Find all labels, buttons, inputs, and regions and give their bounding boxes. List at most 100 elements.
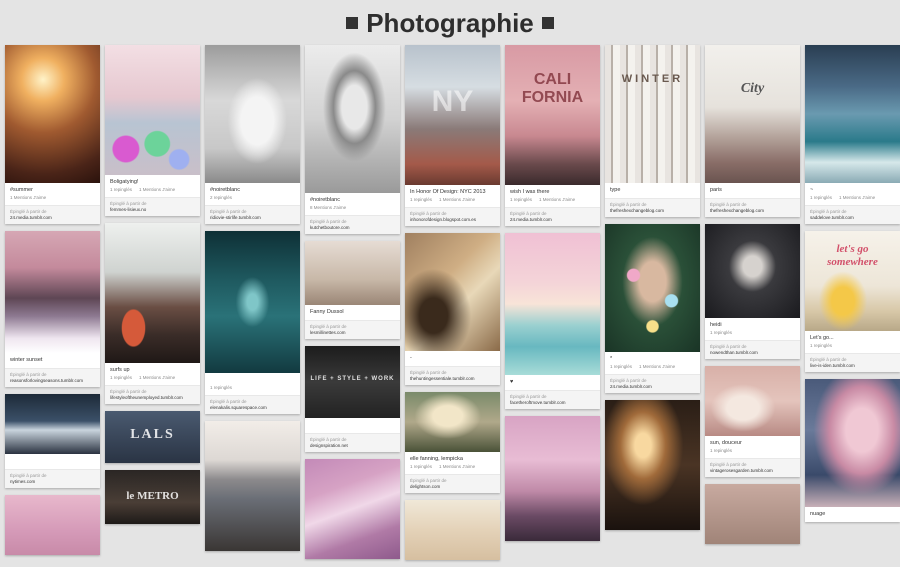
pin-image[interactable] xyxy=(705,224,800,318)
pin-likes[interactable]: 1 Mentions J'aime xyxy=(139,187,175,192)
pin-card[interactable] xyxy=(405,500,500,560)
pin-card[interactable]: #summer 1 Mentions J'aime Épinglé à part… xyxy=(5,45,100,224)
pin-image[interactable] xyxy=(505,233,600,375)
pin-source-link[interactable]: ridiovie-stirlife.tumblr.com xyxy=(210,215,295,221)
pin-card[interactable] xyxy=(5,495,100,555)
pin-image[interactable] xyxy=(5,231,100,353)
pin-card[interactable]: elle fanning, lempicka 1 repinglés 1 Ment… xyxy=(405,392,500,493)
pin-image[interactable] xyxy=(305,459,400,559)
pin-card[interactable]: #noiretblanc 8 Mentions J'aime Épinglé à… xyxy=(305,45,400,234)
pin-likes[interactable]: 1 Mentions J'aime xyxy=(139,375,175,380)
pin-image[interactable] xyxy=(705,45,800,183)
pin-image[interactable] xyxy=(205,231,300,373)
pin-card[interactable] xyxy=(605,400,700,530)
pin-repins[interactable]: 1 repinglés xyxy=(810,195,832,200)
pin-image[interactable] xyxy=(605,400,700,530)
pin-card[interactable]: le METRO xyxy=(105,470,200,524)
pin-likes[interactable]: 1 Mentions J'aime xyxy=(539,197,575,202)
pin-repins[interactable]: 1 repinglés xyxy=(410,464,432,469)
pin-image[interactable] xyxy=(205,421,300,551)
pin-source-link[interactable]: 24.media.tumblr.com xyxy=(610,384,695,390)
pin-card[interactable]: CALI FORNIA wish I was there 1 repinglés… xyxy=(505,45,600,226)
pin-source-link[interactable]: facetheroftmove.tumblr.com xyxy=(510,400,595,406)
pin-source-link[interactable]: thehuntingessentiale.tumblr.com xyxy=(410,376,495,382)
pin-image[interactable] xyxy=(305,241,400,305)
pin-card[interactable]: Fanny Dussol Épinglé à partir de lesmill… xyxy=(305,241,400,339)
pin-repins[interactable]: 2 repinglés xyxy=(210,195,232,200)
pin-likes[interactable]: 1 Mentions J'aime xyxy=(639,364,675,369)
pin-repins[interactable]: 1 repinglés xyxy=(710,330,732,335)
pin-image[interactable] xyxy=(405,500,500,560)
pin-card[interactable]: Boligatying! 1 repinglés 1 Mentions J'aim… xyxy=(105,45,200,216)
pin-repins[interactable]: 1 repinglés xyxy=(110,375,132,380)
pin-source-link[interactable]: vintagerosesgarden.tumblr.com xyxy=(710,468,795,474)
pin-image[interactable] xyxy=(605,224,700,352)
pin-source-link[interactable]: thefreshexchangeblog.com xyxy=(710,208,795,214)
pin-card[interactable]: ~ 1 repinglés 1 Mentions J'aime Épinglé à… xyxy=(805,45,900,224)
pin-source-link[interactable]: live-is-iden.tumblr.com xyxy=(810,363,895,369)
pin-source-link[interactable]: designspiration.net xyxy=(310,443,395,449)
pin-image[interactable] xyxy=(405,392,500,452)
pin-card[interactable] xyxy=(205,421,300,551)
pin-image[interactable] xyxy=(205,45,300,183)
pin-source-link[interactable]: femmes-lisieux.no xyxy=(110,207,195,213)
pin-card[interactable]: LALS xyxy=(105,411,200,463)
pin-image[interactable] xyxy=(305,45,400,193)
pin-card[interactable]: ♥ Épinglé à partir de facetheroftmove.tu… xyxy=(505,233,600,409)
pin-image[interactable] xyxy=(5,495,100,555)
pin-image[interactable] xyxy=(405,233,500,351)
pin-card[interactable]: * 1 repinglés 1 Mentions J'aime Épinglé à… xyxy=(605,224,700,393)
pin-repins[interactable]: 1 repinglés xyxy=(710,448,732,453)
pin-card[interactable] xyxy=(305,459,400,559)
pin-image[interactable] xyxy=(805,379,900,507)
pin-card[interactable]: 1 repinglés Épinglé à partir de elenakal… xyxy=(205,231,300,414)
pin-image[interactable] xyxy=(105,45,200,175)
pin-image[interactable] xyxy=(305,346,400,418)
pin-card[interactable]: heidi 1 repinglés Épinglé à partir de no… xyxy=(705,224,800,359)
pin-card[interactable]: nuage xyxy=(805,379,900,522)
pin-repins[interactable]: 1 repinglés xyxy=(110,187,132,192)
pin-card[interactable]: LIFE + STYLE + WORK Épinglé à partir de … xyxy=(305,346,400,452)
pin-card[interactable]: NY In Honor Of Design: NYC 2013 1 reping… xyxy=(405,45,500,226)
pin-repins[interactable]: 1 repinglés xyxy=(410,197,432,202)
pin-repins[interactable]: 1 repinglés xyxy=(210,385,232,390)
pin-likes[interactable]: 1 Mentions J'aime xyxy=(439,197,475,202)
pin-likes[interactable]: 1 Mentions J'aime xyxy=(10,195,46,200)
pin-source-link[interactable]: elenakalis.squarespace.com xyxy=(210,405,295,411)
pin-image[interactable] xyxy=(705,484,800,544)
pin-source-link[interactable]: delightson.com xyxy=(410,484,495,490)
pin-card[interactable] xyxy=(505,416,600,541)
pin-source-link[interactable]: nytimes.com xyxy=(10,479,95,485)
pin-likes[interactable]: 1 Mentions J'aime xyxy=(439,464,475,469)
pin-source-link[interactable]: nowendthan.tumblr.com xyxy=(710,350,795,356)
pin-image[interactable] xyxy=(805,45,900,183)
pin-image[interactable] xyxy=(105,223,200,363)
pin-source-link[interactable]: kutchetboutore.com xyxy=(310,225,395,231)
pin-source-link[interactable]: lesmillinettes.com xyxy=(310,330,395,336)
pin-card[interactable]: Épinglé à partir de nytimes.com xyxy=(5,394,100,488)
pin-image[interactable] xyxy=(705,366,800,436)
pin-image[interactable] xyxy=(505,416,600,541)
pin-repins[interactable]: 1 repinglés xyxy=(810,343,832,348)
pin-repins[interactable]: 1 repinglés xyxy=(610,364,632,369)
pin-card[interactable]: winter sunset Épinglé à partir de reason… xyxy=(5,231,100,387)
pin-source-link[interactable]: 24.media.tumblr.com xyxy=(10,215,95,221)
pin-card[interactable]: City paris Épinglé à partir de thefreshe… xyxy=(705,45,800,217)
pin-image[interactable] xyxy=(505,45,600,185)
pin-card[interactable]: let's go somewhere Let's go... 1 repingl… xyxy=(805,231,900,372)
pin-card[interactable]: WINTER type Épinglé à partir de thefresh… xyxy=(605,45,700,217)
pin-source-link[interactable]: 24.media.tumblr.com xyxy=(510,217,595,223)
pin-repins[interactable]: 1 repinglés xyxy=(510,197,532,202)
pin-card[interactable] xyxy=(705,484,800,544)
pin-source-link[interactable]: inhonorofdesign.blogspot.com.es xyxy=(410,217,495,223)
pin-likes[interactable]: 8 Mentions J'aime xyxy=(310,205,346,210)
pin-source-link[interactable]: reasonsforlovingseasons.tumblr.com xyxy=(10,378,95,384)
pin-source-link[interactable]: thefreshexchangeblog.com xyxy=(610,208,695,214)
pin-card[interactable]: sun, douceur 1 repinglés Épinglé à parti… xyxy=(705,366,800,477)
pin-card[interactable]: #noiretblanc 2 repinglés Épinglé à parti… xyxy=(205,45,300,224)
pin-likes[interactable]: 1 Mentions J'aime xyxy=(839,195,875,200)
pin-card[interactable]: surfs up 1 repinglés 1 Mentions J'aime Ép… xyxy=(105,223,200,404)
pin-source-link[interactable]: lifestyleoftheunemployed.tumblr.com xyxy=(110,395,195,401)
pin-image[interactable] xyxy=(605,45,700,183)
pin-source-link[interactable]: saddelove.tumblr.com xyxy=(810,215,895,221)
